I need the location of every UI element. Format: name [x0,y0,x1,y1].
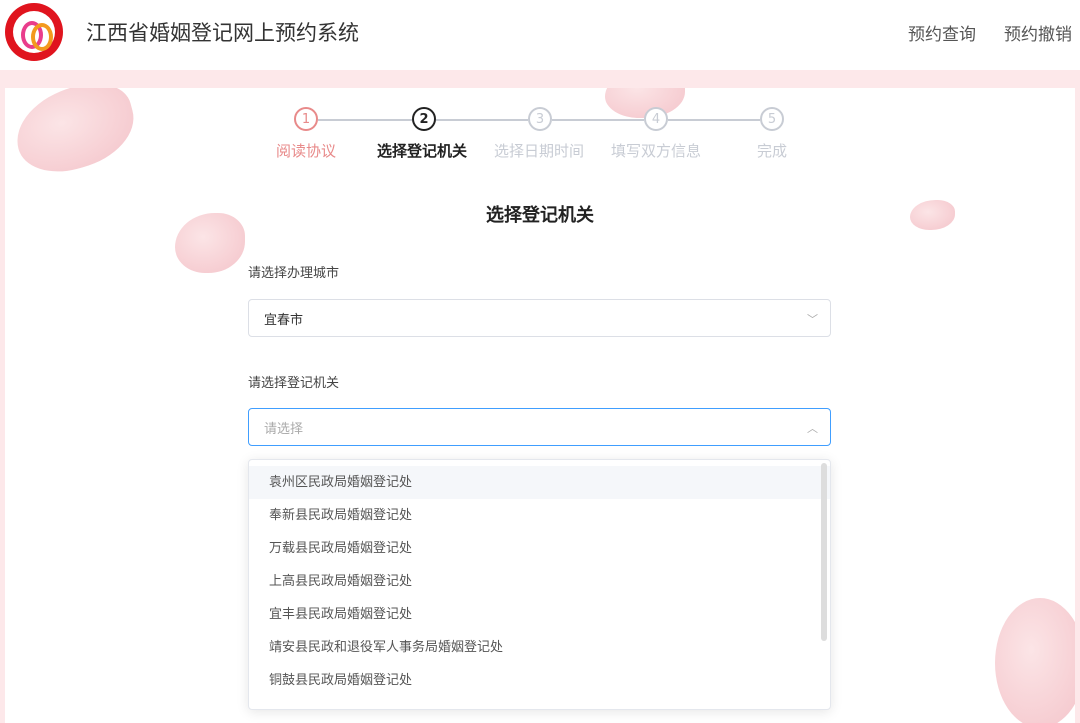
page-title: 选择登记机关 [486,205,594,226]
dropdown-scrollbar[interactable] [821,463,827,641]
step-2-label: 选择登记机关 [376,142,467,160]
dropdown-option[interactable]: 宜丰县民政局婚姻登记处 [249,598,830,631]
chevron-down-icon: ﹀ [807,313,818,326]
office-dropdown: 袁州区民政局婚姻登记处 奉新县民政局婚姻登记处 万载县民政局婚姻登记处 上高县民… [248,459,831,710]
step-3-label: 选择日期时间 [493,142,584,160]
step-1-label: 阅读协议 [275,142,336,160]
step-3-circle: 3 [528,107,552,131]
logo [5,3,63,61]
step-5-label: 完成 [756,142,787,160]
city-value: 宜春市 [264,312,304,328]
office-select[interactable]: 请选择 ︿ [248,408,831,446]
city-select[interactable]: 宜春市 ﹀ [248,299,831,337]
city-label: 请选择办理城市 [248,266,340,281]
site-title: 江西省婚姻登记网上预约系统 [86,21,359,45]
dropdown-option[interactable]: 靖安县民政和退役军人事务局婚姻登记处 [249,631,830,664]
chevron-up-icon: ︿ [807,422,818,435]
step-5-circle: 5 [760,107,784,131]
step-4-circle: 4 [644,107,668,131]
step-4-label: 填写双方信息 [610,142,701,160]
dropdown-option[interactable]: 万载县民政局婚姻登记处 [249,532,830,565]
dropdown-option[interactable]: 上高县民政局婚姻登记处 [249,565,830,598]
nav-appointment-cancel[interactable]: 预约撤销 [1004,20,1072,45]
step-1-circle: 1 [294,107,318,131]
step-2-circle: 2 [412,107,436,131]
nav-appointment-query[interactable]: 预约查询 [908,20,976,45]
header: 江西省婚姻登记网上预约系统 预约查询 预约撤销 [0,0,1080,70]
office-placeholder: 请选择 [264,421,304,437]
dropdown-option[interactable]: 铜鼓县民政局婚姻登记处 [249,664,830,697]
office-label: 请选择登记机关 [248,376,340,391]
dropdown-option[interactable]: 奉新县民政局婚姻登记处 [249,499,830,532]
dropdown-option[interactable]: 袁州区民政局婚姻登记处 [249,466,830,499]
